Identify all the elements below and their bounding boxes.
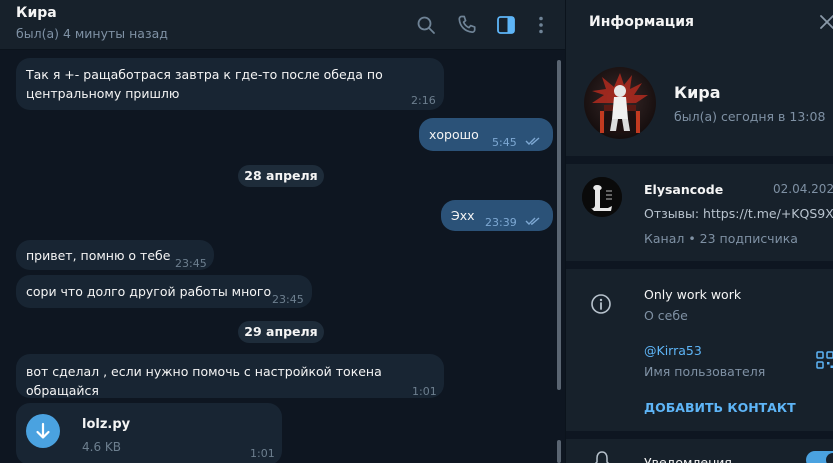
file-download-button[interactable] — [26, 414, 60, 448]
chat-header: Кира был(а) 4 минуты назад — [0, 0, 565, 50]
message-time: 23:39 — [485, 216, 517, 229]
message-text: вот сделал , если нужно помочь с настрой… — [26, 364, 382, 398]
message-time: 5:45 — [492, 136, 517, 149]
message-text: Эхх — [451, 208, 475, 223]
user-status: был(а) сегодня в 13:08 — [674, 109, 826, 124]
message-text-line: Так я +- ращаботрася завтра к где-то пос… — [26, 67, 383, 82]
message-outgoing[interactable]: хорошо 5:45 — [419, 118, 553, 151]
message-time: 2:16 — [411, 94, 436, 107]
message-incoming[interactable]: привет, помню о тебе 23:45 — [16, 240, 214, 270]
message-incoming[interactable]: вот сделал , если нужно помочь с настрой… — [16, 354, 444, 398]
chat-scrollbar-secondary[interactable] — [557, 440, 561, 463]
file-name[interactable]: lolz.py — [82, 415, 130, 434]
bell-icon — [594, 451, 610, 463]
user-name: Кира — [674, 83, 721, 102]
message-text: сори что долго другой работы много — [26, 284, 272, 299]
bio-text[interactable]: Only work work — [644, 287, 741, 302]
message-time: 1:01 — [412, 385, 437, 398]
message-text: привет, помню о тебе — [26, 248, 171, 263]
message-time: 23:45 — [272, 293, 304, 306]
read-checks-icon — [525, 217, 540, 225]
message-text-line: центральному пришлю — [26, 86, 180, 101]
date-separator: 28 апреля — [238, 165, 324, 187]
message-time: 1:01 — [250, 447, 275, 460]
message-outgoing[interactable]: Эхх 23:39 — [441, 200, 553, 231]
close-icon[interactable] — [819, 14, 833, 30]
notifications-label: Уведомления — [644, 455, 732, 463]
user-avatar[interactable] — [584, 67, 656, 139]
message-text: хорошо — [429, 127, 479, 142]
info-panel: Информация Кира был(а) сегодня в 13:08 E… — [566, 0, 833, 463]
section-separator — [566, 261, 833, 269]
info-panel-title: Информация — [589, 14, 694, 30]
message-file[interactable]: lolz.py 4.6 KB 1:01 — [16, 403, 282, 463]
notifications-toggle[interactable] — [806, 451, 833, 463]
section-separator — [566, 431, 833, 439]
search-icon[interactable] — [414, 13, 438, 37]
channel-logo-icon — [582, 177, 622, 217]
file-size: 4.6 KB — [82, 440, 121, 454]
message-time: 23:45 — [175, 257, 207, 270]
download-arrow-icon — [36, 422, 50, 439]
sidebar-toggle-icon[interactable] — [494, 13, 518, 37]
channel-name[interactable]: Elysancode — [644, 182, 723, 197]
read-checks-icon — [525, 137, 540, 145]
bio-label: О себе — [644, 308, 688, 323]
channel-date: 02.04.2025 — [773, 182, 833, 196]
chat-scrollbar[interactable] — [557, 60, 561, 390]
channel-last-message[interactable]: Отзывы: https://t.me/+KQS9X... — [644, 206, 833, 221]
avatar-image — [584, 67, 656, 139]
qr-code-icon[interactable] — [816, 351, 833, 369]
phone-icon[interactable] — [455, 13, 479, 37]
date-separator: 29 апреля — [238, 321, 324, 343]
chat-title[interactable]: Кира — [16, 5, 57, 21]
chat-status: был(а) 4 минуты назад — [16, 26, 168, 41]
channel-subtitle: Канал • 23 подписчика — [644, 231, 798, 246]
section-separator — [566, 156, 833, 164]
info-circle-icon — [591, 294, 611, 314]
more-vert-icon[interactable] — [529, 13, 553, 37]
channel-avatar[interactable] — [582, 177, 622, 217]
username-text[interactable]: @Kirra53 — [644, 343, 702, 358]
message-incoming[interactable]: Так я +- ращаботрася завтра к где-то пос… — [16, 58, 444, 110]
add-contact-button[interactable]: ДОБАВИТЬ КОНТАКТ — [644, 400, 796, 415]
toggle-knob — [826, 453, 833, 463]
message-incoming[interactable]: сори что долго другой работы много 23:45 — [16, 275, 312, 308]
username-label: Имя пользователя — [644, 364, 766, 379]
